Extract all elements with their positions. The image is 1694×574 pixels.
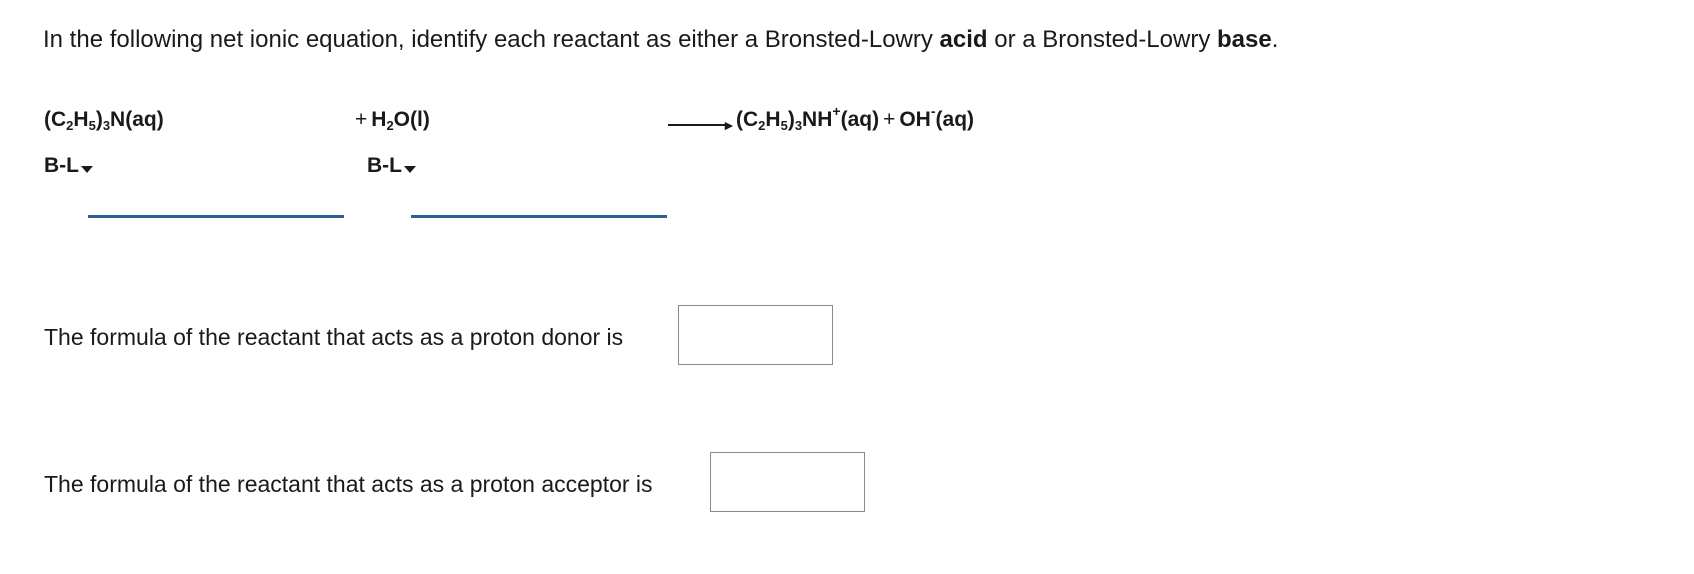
- caret-down-icon: [404, 165, 416, 173]
- reactant-2-answer-line: [411, 215, 667, 218]
- reactant-1-answer-line: [88, 215, 344, 218]
- dropdown-label: B-L: [44, 154, 79, 177]
- instruction-base-keyword: base: [1217, 26, 1272, 53]
- reactant-2-classification-dropdown[interactable]: B-L: [367, 154, 416, 178]
- proton-donor-answer-box[interactable]: [678, 305, 833, 365]
- proton-acceptor-answer-box[interactable]: [710, 452, 865, 512]
- instruction-part1: In the following net ionic equation, ide…: [43, 26, 940, 53]
- dropdown-label: B-L: [367, 154, 402, 177]
- instruction-part2: or a Bronsted-Lowry: [987, 26, 1217, 53]
- instruction-text: In the following net ionic equation, ide…: [43, 26, 1278, 54]
- proton-acceptor-question: The formula of the reactant that acts as…: [44, 471, 653, 497]
- instruction-part3: .: [1271, 26, 1279, 53]
- reactant-2-formula: + H2O(l): [355, 108, 430, 133]
- products-formula: (C2H5)3NH+(aq) + OH-(aq): [736, 103, 975, 133]
- instruction-acid-keyword: acid: [939, 26, 988, 53]
- reactant-1-formula: (C2H5)3N(aq): [44, 108, 164, 133]
- reactant-1-classification-dropdown[interactable]: B-L: [44, 154, 93, 178]
- proton-donor-question: The formula of the reactant that acts as…: [44, 324, 624, 350]
- reaction-arrow-shaft: [668, 124, 726, 126]
- reaction-arrow-head-icon: ►: [722, 117, 736, 133]
- caret-down-icon: [81, 165, 93, 173]
